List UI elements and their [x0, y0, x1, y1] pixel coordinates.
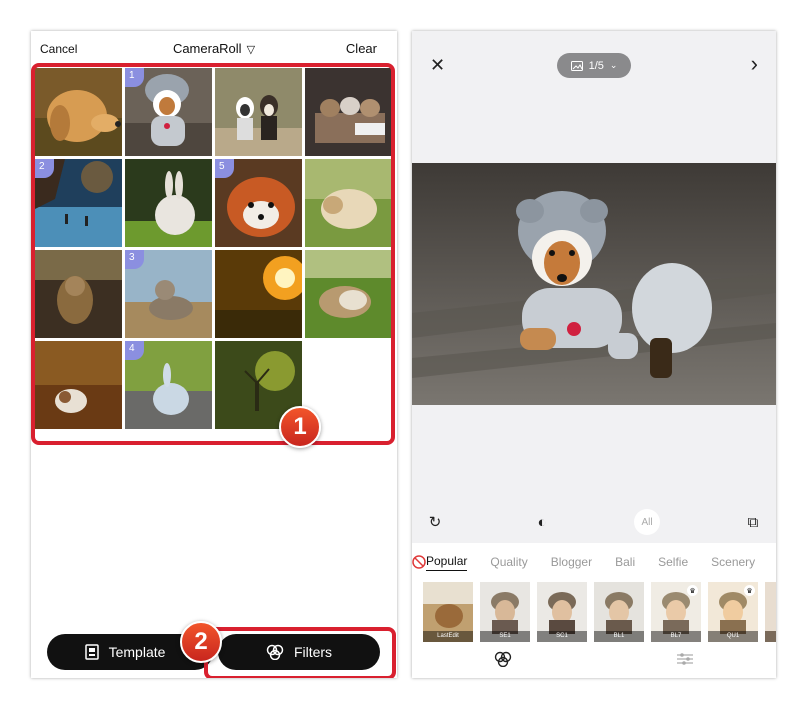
filter-thumb[interactable]: ♛ QU1: [708, 582, 758, 642]
clear-button[interactable]: Clear: [346, 41, 377, 56]
filter-label: SC1: [537, 631, 587, 642]
dropdown-triangle-icon: ▽: [246, 44, 256, 56]
filter-thumb[interactable]: BL1: [594, 582, 644, 642]
template-label: Template: [108, 644, 166, 660]
apply-all-button[interactable]: All: [634, 509, 660, 535]
highlight-frame-grid: [31, 63, 395, 445]
gallery-icon: [570, 60, 583, 71]
next-arrow-icon[interactable]: ›: [751, 51, 758, 77]
filter-thumb[interactable]: ♛ BL7: [651, 582, 701, 642]
album-title: CameraRoll: [172, 41, 242, 56]
chevron-down-icon: ⌄: [609, 60, 618, 70]
filter-preview-image: [765, 582, 776, 642]
photo-picker-screen: Cancel CameraRoll ▽ Clear 1 2 5 3 4 Temp…: [31, 31, 397, 678]
photo-counter: 1/5: [588, 59, 604, 72]
tab-selfie[interactable]: Selfie: [658, 555, 688, 569]
filters-tab-icon[interactable]: [494, 651, 512, 672]
compare-icon[interactable]: ⧉: [742, 511, 764, 533]
filter-label: SE1: [480, 631, 530, 642]
editor-bottom-bar: [412, 645, 776, 678]
filter-thumb[interactable]: LastEdit: [423, 582, 473, 642]
filter-label: BL1: [594, 631, 644, 642]
rotate-icon[interactable]: ↻: [424, 511, 446, 533]
highlight-frame-filters: [204, 627, 396, 678]
preview-photo: [412, 163, 776, 405]
premium-crown-icon: ♛: [744, 585, 755, 596]
no-filter-icon[interactable]: [412, 555, 426, 569]
template-icon: [84, 644, 99, 660]
step-badge-2: 2: [180, 621, 222, 663]
premium-crown-icon: ♛: [687, 585, 698, 596]
step-badge-1: 1: [279, 406, 321, 448]
edit-toolbar: ↻ ◐ All ⧉: [412, 509, 776, 535]
tab-popular[interactable]: Popular: [426, 554, 468, 571]
filter-label: LastEdit: [423, 631, 473, 642]
filter-label: BL7: [651, 631, 701, 642]
filter-thumb[interactable]: SE1: [480, 582, 530, 642]
close-icon[interactable]: ✕: [430, 55, 445, 76]
filter-category-tabs: Popular Quality Blogger Bali Selfie Scen…: [412, 543, 776, 581]
filter-thumb[interactable]: [765, 582, 776, 642]
photo-counter-dropdown[interactable]: 1/5 ⌄: [557, 53, 631, 78]
dog-costume-preview-image: [412, 163, 776, 405]
tab-scenery[interactable]: Scenery: [711, 555, 755, 569]
album-selector[interactable]: CameraRoll ▽: [31, 41, 397, 56]
filter-label: QU1: [708, 631, 758, 642]
tab-blogger[interactable]: Blogger: [551, 555, 592, 569]
contrast-icon[interactable]: ◐: [531, 511, 553, 533]
tab-bali[interactable]: Bali: [615, 555, 635, 569]
adjust-sliders-icon[interactable]: [676, 651, 694, 672]
filter-thumb[interactable]: SC1: [537, 582, 587, 642]
picker-header: Cancel CameraRoll ▽ Clear: [31, 31, 397, 67]
tab-quality[interactable]: Quality: [490, 555, 527, 569]
filter-editor-screen: ✕ 1/5 ⌄ › ↻ ◐ All ⧉ Popular Quality Blog…: [412, 31, 776, 678]
screenshot-composite: Cancel CameraRoll ▽ Clear 1 2 5 3 4 Temp…: [0, 0, 808, 710]
filter-thumbnails: LastEdit SE1 SC1 BL1 ♛ BL7 ♛ QU1: [412, 581, 776, 645]
